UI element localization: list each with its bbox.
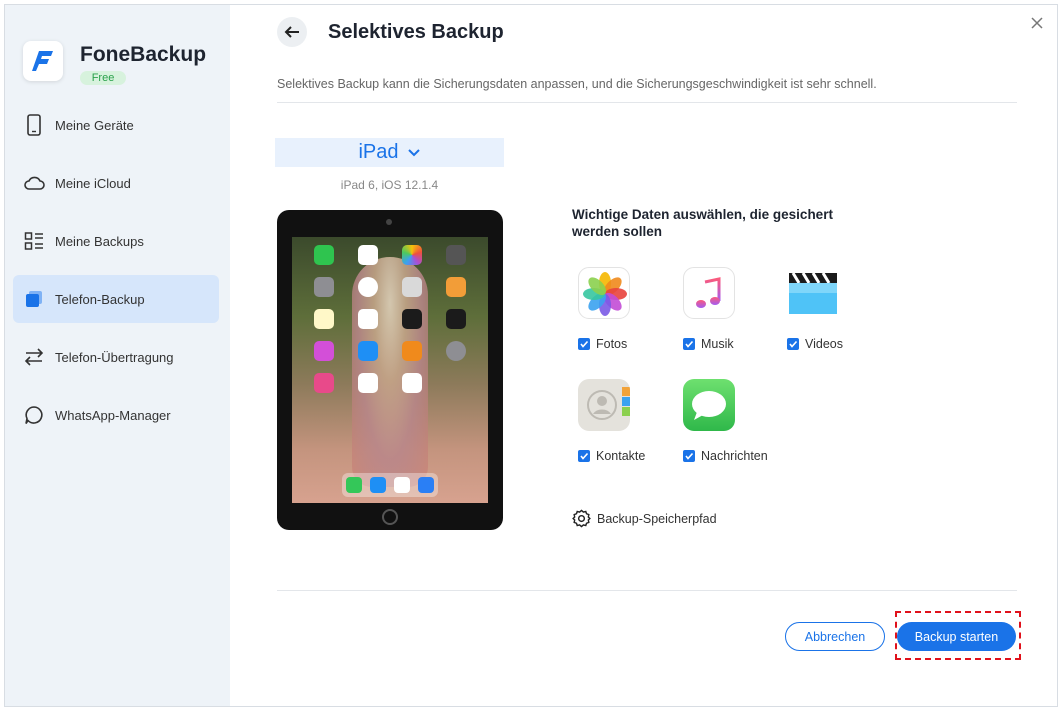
arrow-left-icon	[284, 26, 299, 38]
chat-icon	[23, 404, 45, 426]
stocks-icon	[402, 309, 422, 329]
sidebar-item-label: WhatsApp-Manager	[55, 407, 171, 423]
sidebar: FoneBackup Free Meine Geräte Meine iClou…	[5, 5, 230, 706]
back-button[interactable]	[277, 17, 307, 47]
data-item-label: Kontakte	[596, 449, 646, 463]
sidebar-item-label: Meine iCloud	[55, 175, 131, 191]
musik-checkbox-row[interactable]: Musik	[683, 337, 773, 351]
sidebar-item-label: Meine Geräte	[55, 117, 134, 133]
photos-icon	[578, 267, 630, 319]
app-logo	[23, 41, 63, 81]
messages-icon	[683, 379, 735, 431]
page-subtitle: Selektives Backup kann die Sicherungsdat…	[277, 77, 877, 91]
phone-icon	[23, 114, 45, 136]
messages-dock-icon	[346, 477, 362, 493]
maps-icon	[402, 277, 422, 297]
calendar-icon	[358, 245, 378, 265]
data-section-title: Wichtige Daten auswählen, die gesichert …	[572, 207, 833, 239]
notes-icon	[314, 309, 334, 329]
app-window: FoneBackup Free Meine Geräte Meine iClou…	[4, 4, 1058, 707]
device-info: iPad 6, iOS 12.1.4	[340, 178, 439, 192]
data-item-label: Nachrichten	[701, 449, 768, 463]
music-app-icon	[314, 373, 334, 393]
music-icon	[683, 267, 735, 319]
home-screen-apps	[302, 245, 478, 393]
transfer-icon	[23, 346, 45, 368]
sidebar-item-meine-geraete[interactable]: Meine Geräte	[13, 101, 219, 149]
sidebar-item-meine-icloud[interactable]: Meine iCloud	[13, 159, 219, 207]
contacts-icon	[578, 379, 630, 431]
sidebar-item-meine-backups[interactable]: Meine Backups	[13, 217, 219, 265]
data-item-videos[interactable]: Videos	[787, 267, 877, 351]
checkbox-checked[interactable]	[683, 450, 695, 462]
close-icon	[1031, 17, 1043, 29]
ipad-image	[277, 210, 503, 530]
sidebar-item-label: Telefon-Backup	[55, 291, 145, 307]
data-item-kontakte[interactable]: Kontakte	[578, 379, 668, 463]
camera-dot	[386, 219, 392, 225]
sidebar-item-telefon-uebertragung[interactable]: Telefon-Übertragung	[13, 333, 219, 381]
empty-slot	[446, 373, 466, 393]
close-button[interactable]	[1029, 15, 1045, 31]
facetime-dup-icon	[314, 277, 334, 297]
checkbox-checked[interactable]	[578, 450, 590, 462]
checkbox-checked[interactable]	[683, 338, 695, 350]
data-item-nachrichten[interactable]: Nachrichten	[683, 379, 773, 463]
safari-dock-icon	[370, 477, 386, 493]
start-backup-button[interactable]: Backup starten	[897, 622, 1016, 651]
gear-icon	[572, 509, 591, 528]
data-item-label: Musik	[701, 337, 734, 351]
sidebar-item-telefon-backup[interactable]: Telefon-Backup	[13, 275, 219, 323]
books-icon	[402, 341, 422, 361]
music-dock-icon	[394, 477, 410, 493]
backup-storage-path-link[interactable]: Backup-Speicherpfad	[572, 509, 717, 528]
clips-icon	[446, 309, 466, 329]
facetime-icon	[314, 245, 334, 265]
cloud-icon	[23, 172, 45, 194]
weibo-icon	[358, 373, 378, 393]
camera-app-icon	[446, 245, 466, 265]
page-title: Selektives Backup	[328, 21, 504, 43]
plan-badge: Free	[80, 71, 126, 85]
list-icon	[23, 230, 45, 252]
photos-app-icon	[402, 245, 422, 265]
home-app-icon	[446, 277, 466, 297]
fotos-checkbox-row[interactable]: Fotos	[578, 337, 668, 351]
checkbox-checked[interactable]	[578, 338, 590, 350]
fonebackup-logo-icon	[32, 51, 53, 71]
storage-path-label: Backup-Speicherpfad	[597, 511, 717, 526]
data-item-fotos[interactable]: Fotos	[578, 267, 668, 351]
sidebar-item-label: Meine Backups	[55, 233, 144, 249]
chevron-down-icon	[407, 148, 420, 156]
ipad-screen	[292, 237, 488, 503]
backup-icon	[23, 288, 45, 310]
app-store-icon	[358, 341, 378, 361]
itunes-store-icon	[314, 341, 334, 361]
device-selector[interactable]: iPad	[275, 138, 504, 167]
sidebar-nav: Meine Geräte Meine iCloud Meine Backups …	[13, 101, 219, 449]
data-item-musik[interactable]: Musik	[683, 267, 773, 351]
reminders-icon	[358, 309, 378, 329]
cancel-button[interactable]: Abbrechen	[785, 622, 885, 651]
settings-icon	[446, 341, 466, 361]
data-item-label: Videos	[805, 337, 843, 351]
nachrichten-checkbox-row[interactable]: Nachrichten	[683, 449, 773, 463]
home-button	[382, 509, 398, 525]
app-name: FoneBackup	[80, 43, 207, 66]
ipad-dock	[342, 473, 438, 497]
kontakte-checkbox-row[interactable]: Kontakte	[578, 449, 668, 463]
footer-divider	[277, 590, 1017, 591]
header-divider	[277, 102, 1017, 103]
flutter-icon	[402, 373, 422, 393]
videos-checkbox-row[interactable]: Videos	[787, 337, 877, 351]
videos-icon	[787, 267, 839, 319]
sidebar-item-label: Telefon-Übertragung	[55, 349, 174, 365]
checkbox-checked[interactable]	[787, 338, 799, 350]
sidebar-item-whatsapp-manager[interactable]: WhatsApp-Manager	[13, 391, 219, 439]
clock-icon	[358, 277, 378, 297]
mail-dock-icon	[418, 477, 434, 493]
data-item-label: Fotos	[596, 337, 628, 351]
device-name: iPad	[358, 141, 399, 163]
